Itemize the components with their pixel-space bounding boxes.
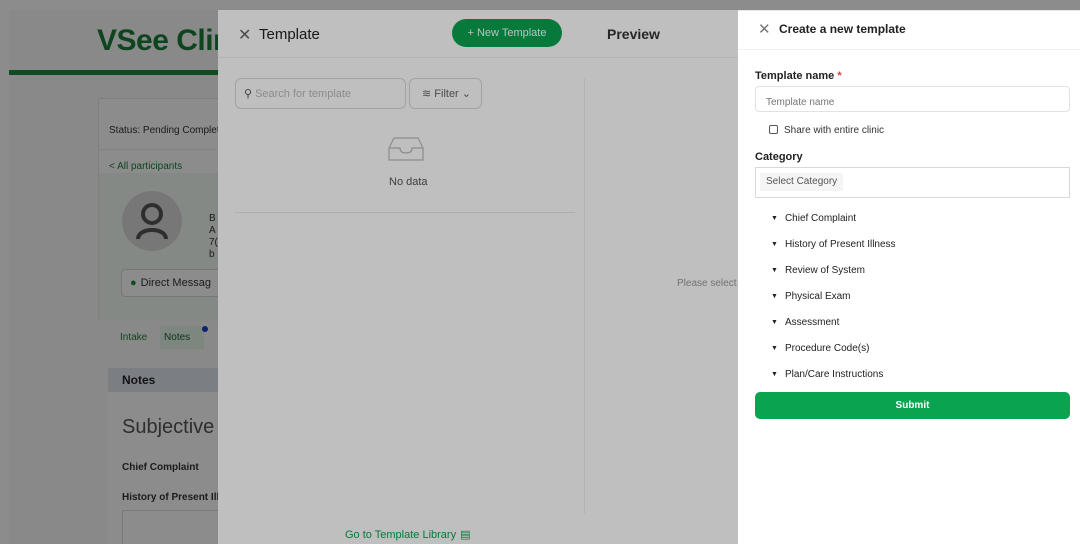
inbox-icon (388, 137, 424, 161)
required-marker: * (837, 70, 842, 82)
create-template-panel: ✕ Create a new template Template name * … (738, 10, 1080, 544)
category-label: Category (755, 151, 803, 163)
filter-button[interactable]: ≋ Filter ⌄ (409, 78, 482, 109)
template-name-field[interactable] (755, 86, 1070, 112)
caret-down-icon[interactable]: ▼ (771, 264, 778, 278)
divider (584, 78, 585, 514)
category-item[interactable]: ▼ Assessment (771, 316, 896, 342)
category-select[interactable]: Select Category (755, 167, 1070, 198)
caret-down-icon[interactable]: ▼ (771, 342, 778, 356)
new-template-button[interactable]: + New Template (452, 19, 562, 47)
caret-down-icon[interactable]: ▼ (771, 316, 778, 330)
caret-down-icon[interactable]: ▼ (771, 368, 778, 382)
caret-down-icon[interactable]: ▼ (771, 238, 778, 252)
chevron-down-icon: ⌄ (461, 88, 472, 100)
submit-button[interactable]: Submit (755, 392, 1070, 419)
preview-title: Preview (607, 26, 660, 42)
category-item[interactable]: ▼ History of Present Illness (771, 238, 896, 264)
category-item[interactable]: ▼ Chief Complaint (771, 212, 896, 238)
close-icon[interactable]: ✕ (758, 20, 771, 38)
divider (218, 57, 738, 58)
search-input[interactable]: ⚲ Search for template (235, 78, 406, 109)
search-icon: ⚲ (244, 88, 253, 100)
close-icon[interactable]: ✕ (238, 25, 251, 45)
category-item[interactable]: ▼ Plan/Care Instructions (771, 368, 896, 394)
preview-hint: Please select (677, 278, 737, 289)
divider (235, 212, 575, 213)
category-item[interactable]: ▼ Procedure Code(s) (771, 342, 896, 368)
category-tree: ▼ Chief Complaint ▼ History of Present Ill… (771, 212, 896, 394)
caret-down-icon[interactable]: ▼ (771, 290, 778, 304)
template-drawer-title: Template (259, 26, 320, 43)
empty-state-text: No data (389, 176, 428, 188)
create-panel-title: Create a new template (779, 22, 906, 36)
category-item[interactable]: ▼ Physical Exam (771, 290, 896, 316)
checkbox-box[interactable] (769, 125, 778, 134)
category-placeholder: Select Category (760, 173, 844, 191)
template-drawer: ✕ Template + New Template Preview ⚲ Searc… (218, 10, 738, 544)
divider (738, 49, 1080, 50)
caret-down-icon[interactable]: ▼ (771, 212, 778, 226)
filter-icon: ≋ (422, 88, 432, 100)
library-icon: ▤ (460, 529, 471, 541)
share-checkbox[interactable]: Share with entire clinic (769, 125, 884, 136)
template-library-link[interactable]: Go to Template Library ▤ (345, 528, 470, 541)
template-name-label: Template name * (755, 70, 842, 82)
category-item[interactable]: ▼ Review of System (771, 264, 896, 290)
